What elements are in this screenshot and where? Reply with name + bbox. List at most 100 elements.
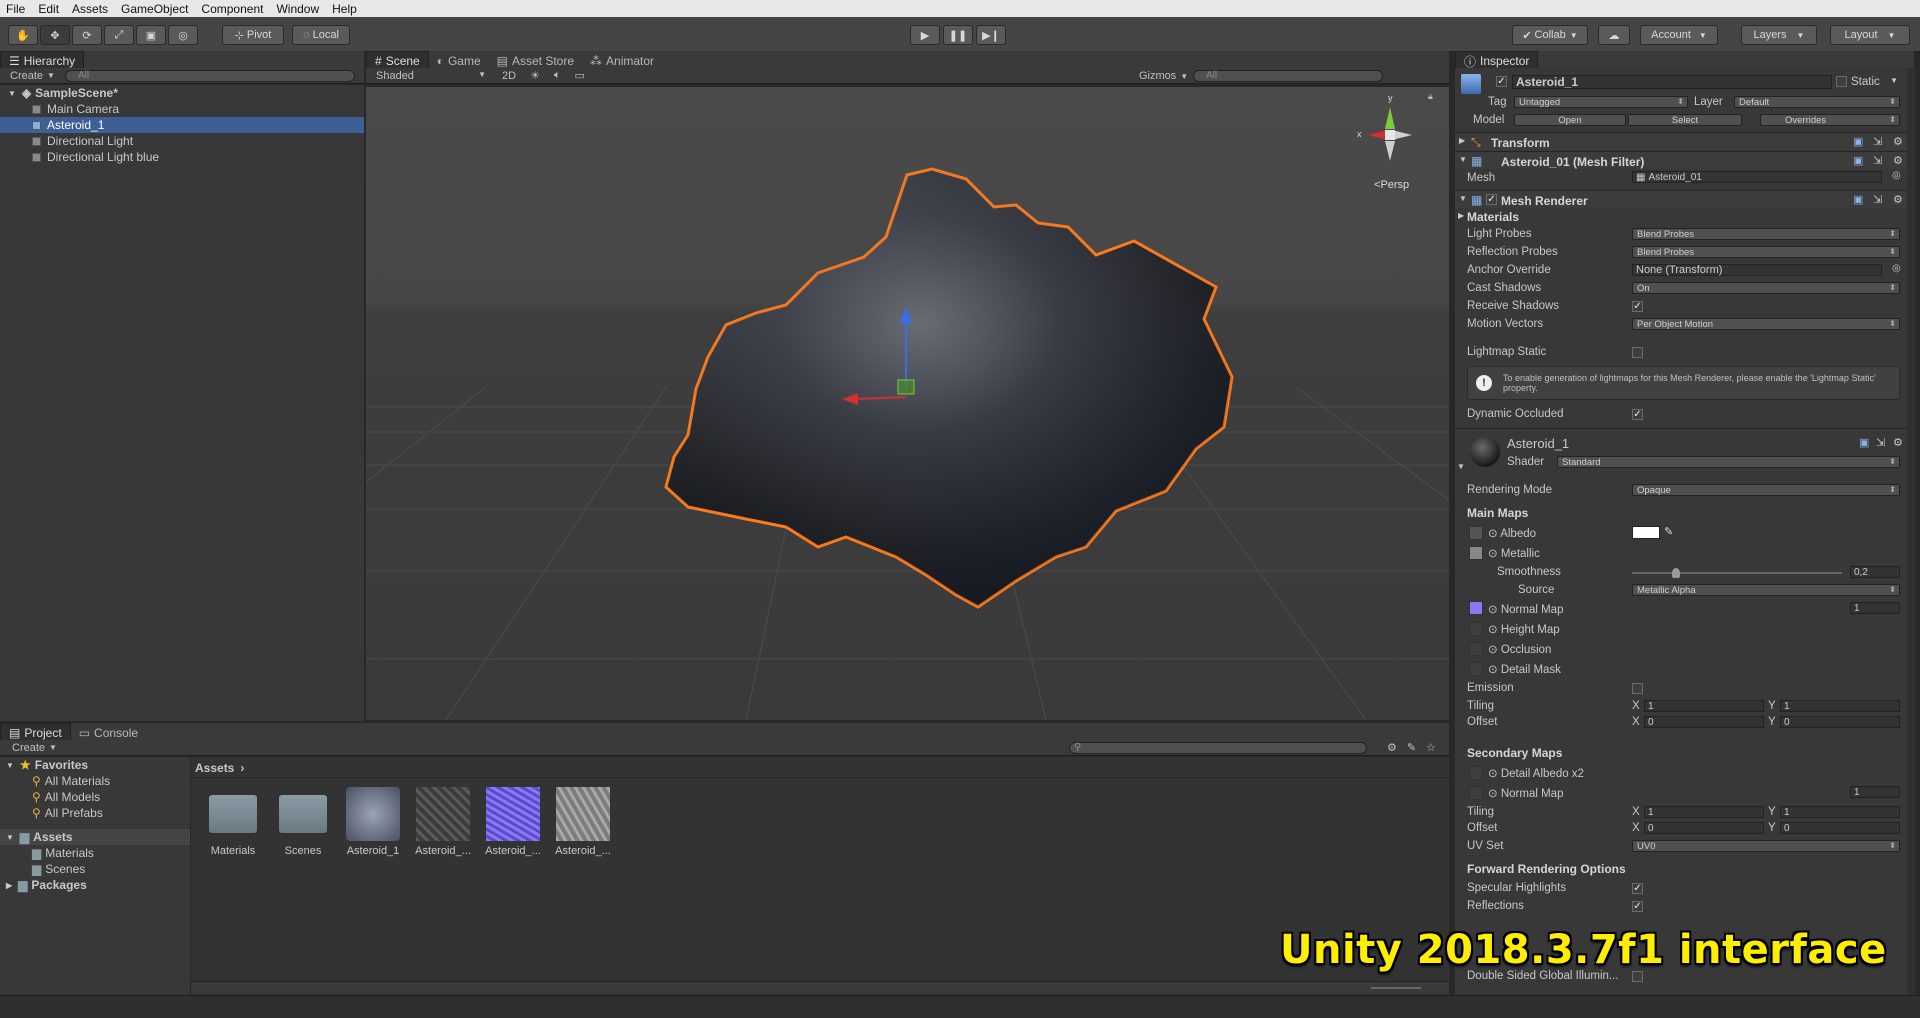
lock-icon[interactable]: 🔒︎ xyxy=(1428,91,1433,102)
normal-map-texture-slot[interactable] xyxy=(1469,601,1483,615)
height-map-texture-slot[interactable] xyxy=(1469,622,1483,636)
layer-dropdown[interactable]: Default ⬍ xyxy=(1734,96,1900,108)
static-checkbox[interactable] xyxy=(1836,76,1847,87)
hierarchy-search-input[interactable]: All xyxy=(64,69,355,82)
normal-scale-field[interactable]: 1 xyxy=(1850,602,1900,614)
reflections-checkbox[interactable]: ✓ xyxy=(1632,901,1643,912)
chevron-down-icon[interactable]: ▼ xyxy=(1457,462,1465,471)
tiling2-y-field[interactable]: 1 xyxy=(1780,806,1900,818)
pause-button[interactable]: ❚❚ xyxy=(943,25,973,45)
favorite-item[interactable]: ⚲ All Prefabs xyxy=(0,805,190,821)
tab-hierarchy[interactable]: ☰ Hierarchy xyxy=(0,51,85,68)
albedo-texture-slot[interactable] xyxy=(1469,526,1483,540)
preset-icon[interactable]: ⇲ xyxy=(1873,135,1882,148)
collab-dropdown[interactable]: ✔ Collab ▼ xyxy=(1512,25,1588,45)
menu-gameobject[interactable]: GameObject xyxy=(121,2,188,16)
menu-assets[interactable]: Assets xyxy=(72,2,108,16)
receive-shadows-checkbox[interactable]: ✓ xyxy=(1632,301,1643,312)
gear-icon[interactable]: ⚙ xyxy=(1893,193,1903,206)
model-overrides-dropdown[interactable]: Overrides ⬍ xyxy=(1760,114,1900,126)
tiling2-x-field[interactable]: 1 xyxy=(1644,806,1764,818)
offset-y-field[interactable]: 0 xyxy=(1780,716,1900,728)
menu-window[interactable]: Window xyxy=(276,2,319,16)
asset-folder-item[interactable]: ▆ Scenes xyxy=(0,861,190,877)
transform-tool-button[interactable]: ◎ xyxy=(168,25,198,45)
light-probes-dropdown[interactable]: Blend Probes ⬍ xyxy=(1632,228,1900,240)
effects-icon[interactable]: ▭ xyxy=(575,69,585,82)
asset-item-asteroid-prefab[interactable]: Asteroid_1 xyxy=(343,787,403,857)
preset-icon[interactable]: ⇲ xyxy=(1876,436,1885,449)
project-search-input[interactable]: ⚲ xyxy=(1068,741,1367,754)
emission-checkbox[interactable] xyxy=(1632,683,1643,694)
scene-root-row[interactable]: ▼ ◈ SampleScene* xyxy=(0,85,364,101)
model-open-button[interactable]: Open xyxy=(1514,114,1626,126)
asset-item-asteroid-normal[interactable]: Asteroid_... xyxy=(483,787,543,857)
step-button[interactable]: ▶❙ xyxy=(976,25,1006,45)
tab-project[interactable]: ▤ Project xyxy=(0,723,71,740)
rendering-mode-dropdown[interactable]: Opaque ⬍ xyxy=(1632,484,1900,496)
reflection-probes-dropdown[interactable]: Blend Probes ⬍ xyxy=(1632,246,1900,258)
preset-icon[interactable]: ⇲ xyxy=(1873,193,1882,206)
rect-tool-button[interactable]: ▣ xyxy=(136,25,166,45)
star-icon[interactable]: ☆ xyxy=(1426,741,1436,754)
favorites-row[interactable]: ▼ ★ Favorites xyxy=(0,757,190,773)
tab-animator[interactable]: ⁂ Animator xyxy=(582,51,662,68)
hierarchy-create-button[interactable]: Create xyxy=(10,70,43,82)
detail-mask-texture-slot[interactable] xyxy=(1469,662,1483,676)
move-tool-button[interactable]: ✥ xyxy=(40,25,70,45)
hierarchy-item-main-camera[interactable]: Main Camera xyxy=(0,101,364,117)
hierarchy-item-asteroid[interactable]: Asteroid_1 xyxy=(0,117,364,133)
filter-type-icon[interactable]: ⚙ xyxy=(1387,741,1397,754)
occlusion-texture-slot[interactable] xyxy=(1469,642,1483,656)
mode-2d-toggle[interactable]: 2D xyxy=(502,70,516,82)
mesh-object-field[interactable]: ▦ Asteroid_01 xyxy=(1632,171,1882,183)
shader-dropdown[interactable]: Standard ⬍ xyxy=(1557,456,1900,468)
asset-item-asteroid-albedo[interactable]: Asteroid_... xyxy=(413,787,473,857)
tab-asset-store[interactable]: ▤ Asset Store xyxy=(489,51,582,68)
lighting-icon[interactable]: ☀ xyxy=(530,69,540,82)
layers-dropdown[interactable]: Layers ▼ xyxy=(1741,25,1817,45)
tag-dropdown[interactable]: Untagged ⬍ xyxy=(1514,96,1688,108)
menu-edit[interactable]: Edit xyxy=(38,2,59,16)
shading-dropdown[interactable]: Shaded ▼ xyxy=(366,70,490,82)
gear-icon[interactable]: ⚙ xyxy=(1893,436,1903,449)
layout-dropdown[interactable]: Layout ▼ xyxy=(1830,25,1910,45)
hierarchy-item-directional-light-blue[interactable]: Directional Light blue xyxy=(0,149,364,165)
cloud-button[interactable]: ☁ xyxy=(1598,25,1630,45)
motion-vectors-dropdown[interactable]: Per Object Motion ⬍ xyxy=(1632,318,1900,330)
account-dropdown[interactable]: Account ▼ xyxy=(1640,25,1718,45)
assets-root-row[interactable]: ▼ ▆ Assets xyxy=(0,829,190,845)
chevron-down-icon[interactable]: ▼ xyxy=(1890,76,1898,85)
hand-tool-button[interactable]: ✋ xyxy=(8,25,38,45)
specular-highlights-checkbox[interactable]: ✓ xyxy=(1632,883,1643,894)
zoom-slider[interactable] xyxy=(1371,987,1421,989)
mesh-renderer-header[interactable]: ▼ ▦ ✓ Mesh Renderer ▣ ⇲ ⚙ xyxy=(1455,190,1914,208)
asteroid-mesh[interactable] xyxy=(664,167,1234,609)
materials-foldout[interactable]: Materials xyxy=(1467,210,1519,224)
object-name-input[interactable]: Asteroid_1 xyxy=(1512,75,1832,89)
breadcrumb[interactable]: Assets › xyxy=(195,761,244,775)
packages-row[interactable]: ▶ ▆ Packages xyxy=(0,877,190,893)
scale-tool-button[interactable]: ⤢ xyxy=(104,25,134,45)
help-icon[interactable]: ▣ xyxy=(1859,436,1869,449)
model-select-button[interactable]: Select xyxy=(1628,114,1742,126)
smoothness-value-field[interactable]: 0,2 xyxy=(1850,566,1900,578)
favorite-item[interactable]: ⚲ All Models xyxy=(0,789,190,805)
dynamic-occluded-checkbox[interactable]: ✓ xyxy=(1632,409,1643,420)
filter-label-icon[interactable]: ✎ xyxy=(1407,741,1416,754)
smoothness-slider-thumb[interactable] xyxy=(1672,568,1681,578)
orientation-gizmo[interactable]: y x xyxy=(1354,93,1426,171)
offset2-x-field[interactable]: 0 xyxy=(1644,822,1764,834)
gizmo-plane-handle[interactable] xyxy=(897,379,915,395)
asset-folder-item[interactable]: ▆ Materials xyxy=(0,845,190,861)
source-dropdown[interactable]: Metallic Alpha ⬍ xyxy=(1632,584,1900,596)
tiling-x-field[interactable]: 1 xyxy=(1644,700,1764,712)
gear-icon[interactable]: ⚙ xyxy=(1893,154,1903,167)
help-icon[interactable]: ▣ xyxy=(1853,154,1863,167)
tab-console[interactable]: ▭ Console xyxy=(71,723,146,740)
audio-icon[interactable]: 🔈︎ xyxy=(554,69,561,82)
asset-item-scenes[interactable]: Scenes xyxy=(273,787,333,857)
offset-x-field[interactable]: 0 xyxy=(1644,716,1764,728)
gizmos-dropdown[interactable]: Gizmos ▼ xyxy=(1139,70,1189,82)
hierarchy-item-directional-light[interactable]: Directional Light xyxy=(0,133,364,149)
